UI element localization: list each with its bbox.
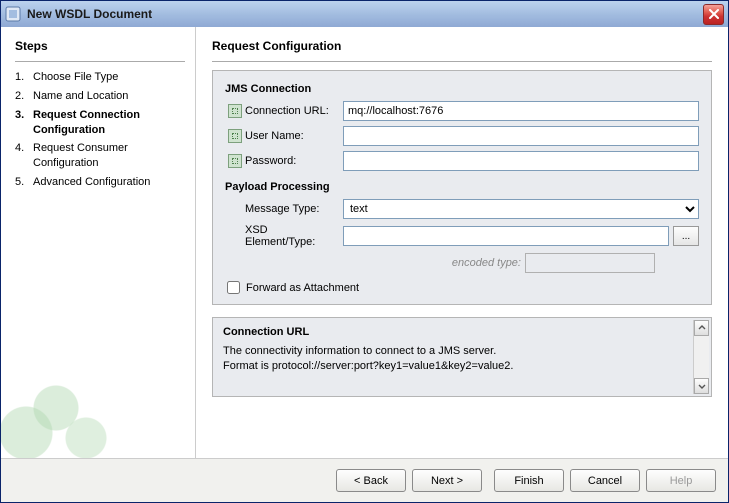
row-encoded-type: encoded type: (225, 253, 699, 273)
body: Steps 1. Choose File Type 2. Name and Lo… (1, 27, 728, 458)
row-message-type: Message Type: text (225, 199, 699, 219)
row-username: User Name: (225, 126, 699, 146)
steps-list: 1. Choose File Type 2. Name and Location… (15, 70, 185, 194)
step-label: Request Connection Configuration (33, 108, 185, 138)
label: User Name: (245, 130, 343, 142)
xsd-browse-button[interactable]: ... (673, 226, 699, 246)
help-scrollbar[interactable] (693, 320, 709, 394)
help-title: Connection URL (223, 326, 701, 338)
label: Password: (245, 155, 343, 167)
help-panel: Connection URL The connectivity informat… (212, 317, 712, 397)
password-input[interactable] (343, 151, 699, 171)
chevron-down-icon (698, 382, 706, 390)
connection-url-input[interactable] (343, 101, 699, 121)
scroll-down-button[interactable] (694, 378, 709, 394)
sidebar-decoration (1, 338, 195, 458)
steps-heading: Steps (15, 39, 185, 53)
page-title: Request Configuration (212, 39, 712, 53)
step-number: 3. (15, 108, 33, 138)
message-type-select[interactable]: text (343, 199, 699, 219)
label: Forward as Attachment (246, 282, 359, 294)
row-forward-attachment: Forward as Attachment (227, 281, 699, 294)
step-label: Name and Location (33, 89, 185, 104)
step-label: Request Consumer Configuration (33, 141, 185, 171)
step-item: 4. Request Consumer Configuration (15, 141, 185, 171)
divider (15, 61, 185, 62)
label: Message Type: (225, 203, 343, 215)
step-label: Advanced Configuration (33, 175, 185, 190)
divider (212, 61, 712, 62)
jms-group-label: JMS Connection (225, 83, 699, 95)
window-title: New WSDL Document (27, 7, 152, 21)
app-icon (5, 6, 21, 22)
label: Connection URL: (245, 105, 343, 117)
wizard-window: New WSDL Document Steps 1. Choose File T… (0, 0, 729, 503)
row-xsd: XSD Element/Type: ... (225, 224, 699, 248)
step-number: 5. (15, 175, 33, 190)
titlebar: New WSDL Document (1, 1, 728, 27)
close-icon (709, 9, 719, 19)
step-item: 2. Name and Location (15, 89, 185, 104)
step-label: Choose File Type (33, 70, 185, 85)
username-input[interactable] (343, 126, 699, 146)
button-bar: < Back Next > Finish Cancel Help (1, 458, 728, 502)
label: encoded type: (445, 257, 525, 269)
payload-group-label: Payload Processing (225, 181, 699, 193)
help-button[interactable]: Help (646, 469, 716, 492)
field-icon (225, 154, 245, 168)
steps-sidebar: Steps 1. Choose File Type 2. Name and Lo… (1, 27, 196, 458)
field-icon (225, 104, 245, 118)
label: XSD Element/Type: (225, 224, 343, 248)
forward-attachment-checkbox[interactable] (227, 281, 240, 294)
help-body: The connectivity information to connect … (223, 344, 701, 374)
field-icon (225, 129, 245, 143)
back-button[interactable]: < Back (336, 469, 406, 492)
step-number: 1. (15, 70, 33, 85)
encoded-type-input (525, 253, 655, 273)
row-password: Password: (225, 151, 699, 171)
help-line: Format is protocol://server:port?key1=va… (223, 359, 701, 374)
scroll-up-button[interactable] (694, 320, 709, 336)
xsd-input[interactable] (343, 226, 669, 246)
next-button[interactable]: Next > (412, 469, 482, 492)
help-line: The connectivity information to connect … (223, 344, 701, 359)
main-panel: Request Configuration JMS Connection Con… (196, 27, 728, 458)
form-panel: JMS Connection Connection URL: User Name… (212, 70, 712, 305)
chevron-up-icon (698, 324, 706, 332)
row-connection-url: Connection URL: (225, 101, 699, 121)
step-item: 1. Choose File Type (15, 70, 185, 85)
step-number: 4. (15, 141, 33, 171)
step-number: 2. (15, 89, 33, 104)
step-item-current: 3. Request Connection Configuration (15, 108, 185, 138)
close-button[interactable] (703, 4, 724, 25)
cancel-button[interactable]: Cancel (570, 469, 640, 492)
finish-button[interactable]: Finish (494, 469, 564, 492)
step-item: 5. Advanced Configuration (15, 175, 185, 190)
